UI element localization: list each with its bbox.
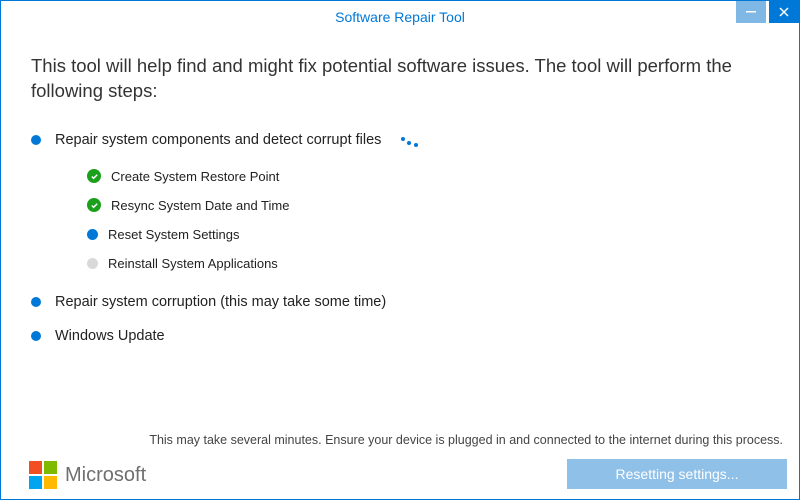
minimize-icon (746, 7, 756, 17)
step-label: Repair system components and detect corr… (55, 132, 381, 148)
check-icon (87, 169, 101, 183)
step-label: Windows Update (55, 328, 165, 344)
microsoft-logo: Microsoft (29, 461, 146, 489)
step-label: Repair system corruption (this may take … (55, 294, 386, 310)
substep-label: Resync System Date and Time (111, 198, 289, 213)
substep-restore-point: Create System Restore Point (87, 162, 769, 191)
close-button[interactable] (769, 1, 799, 23)
check-icon (87, 198, 101, 212)
minimize-button[interactable] (736, 1, 766, 23)
logo-text: Microsoft (65, 464, 146, 487)
pending-dot-icon (87, 258, 98, 269)
substep-list: Create System Restore Point Resync Syste… (87, 162, 769, 278)
substep-label: Create System Restore Point (111, 169, 279, 184)
step-repair-components: Repair system components and detect corr… (31, 130, 769, 150)
titlebar: Software Repair Tool (1, 1, 799, 28)
bullet-icon (31, 297, 41, 307)
progress-spinner-icon (401, 130, 421, 150)
bullet-icon (31, 135, 41, 145)
substep-label: Reinstall System Applications (108, 256, 278, 271)
content-area: This tool will help find and might fix p… (1, 28, 799, 499)
active-dot-icon (87, 229, 98, 240)
substep-resync-time: Resync System Date and Time (87, 191, 769, 220)
intro-text: This tool will help find and might fix p… (31, 54, 769, 104)
step-repair-corruption: Repair system corruption (this may take … (31, 294, 769, 310)
window-title: Software Repair Tool (335, 9, 465, 25)
substep-label: Reset System Settings (108, 227, 240, 242)
footer-row: Microsoft Resetting settings... (29, 459, 787, 489)
step-list: Repair system components and detect corr… (31, 130, 769, 344)
substep-reinstall-apps: Reinstall System Applications (87, 249, 769, 278)
footer: This may take several minutes. Ensure yo… (1, 433, 799, 499)
microsoft-logo-icon (29, 461, 57, 489)
app-window: Software Repair Tool This tool will help… (0, 0, 800, 500)
footer-hint: This may take several minutes. Ensure yo… (29, 433, 787, 447)
bullet-icon (31, 331, 41, 341)
status-button[interactable]: Resetting settings... (567, 459, 787, 489)
window-controls (736, 1, 799, 23)
close-icon (779, 7, 789, 17)
step-windows-update: Windows Update (31, 328, 769, 344)
substep-reset-settings: Reset System Settings (87, 220, 769, 249)
